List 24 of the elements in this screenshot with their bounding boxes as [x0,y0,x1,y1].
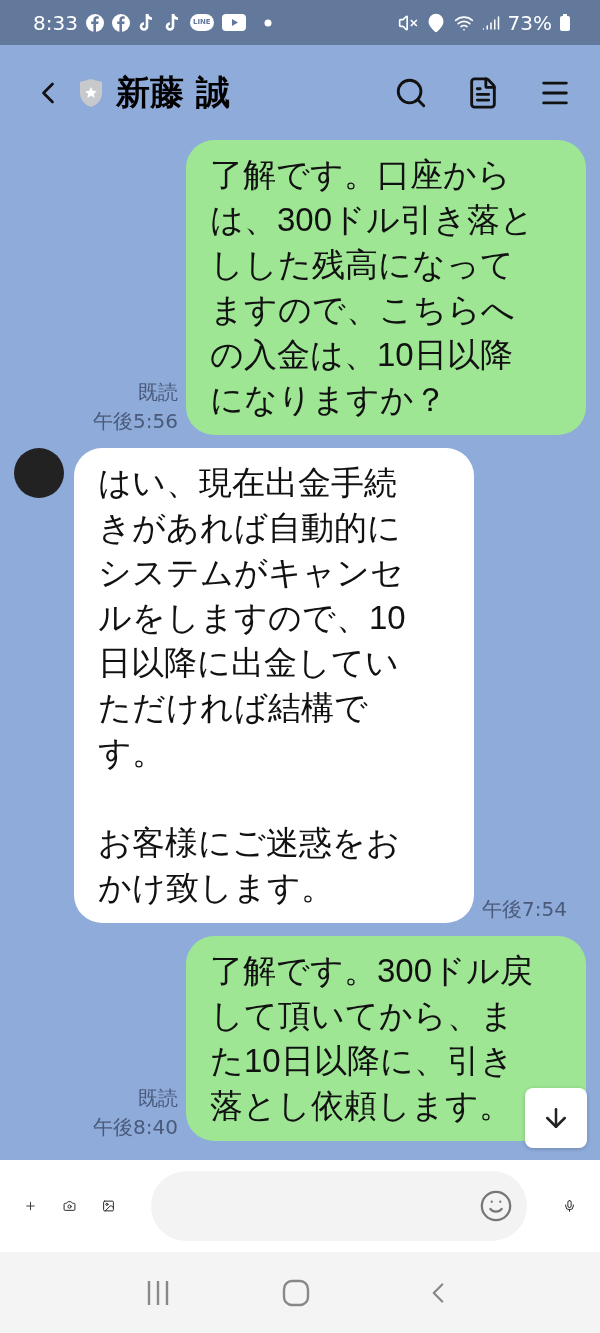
message-text: お客様にご迷惑をおかけ致します。 [98,823,401,908]
mute-icon [397,12,418,33]
facebook-icon [85,13,104,32]
home-icon[interactable] [282,1278,310,1307]
signal-icon [481,13,500,32]
play-icon [221,14,246,31]
battery-icon [560,14,570,31]
message-text: はい、現在出金手続きがあれば自動的にシステムがキャンセルをしますので、10日以降に出金していただければ結構です。 [98,463,407,773]
emoji-icon[interactable] [479,1189,513,1223]
message-text: 了解です。300ドル戻して頂いてから、また10日以降に、引き落とし依頼します。 [210,951,535,1126]
chat-title: 新藤 誠 [116,70,230,114]
read-receipt: 既読 [138,379,178,406]
battery-percent: 73% [507,10,552,35]
shield-star-icon [78,77,104,108]
message-time: 午後8:40 [93,1114,178,1141]
facebook-icon [111,13,130,32]
message-time: 午後7:54 [482,896,567,923]
message-time: 午後5:56 [93,408,178,435]
avatar[interactable] [14,448,64,498]
message-text: 了解です。口座からは、300ドル引き落としした残高になってますので、こちらへの入金は、10日以降になりますか？ [210,155,536,420]
status-time: 8:33 [33,10,78,35]
dot-icon [263,18,272,27]
read-receipt: 既読 [138,1085,178,1112]
scroll-down-button[interactable] [525,1088,587,1148]
